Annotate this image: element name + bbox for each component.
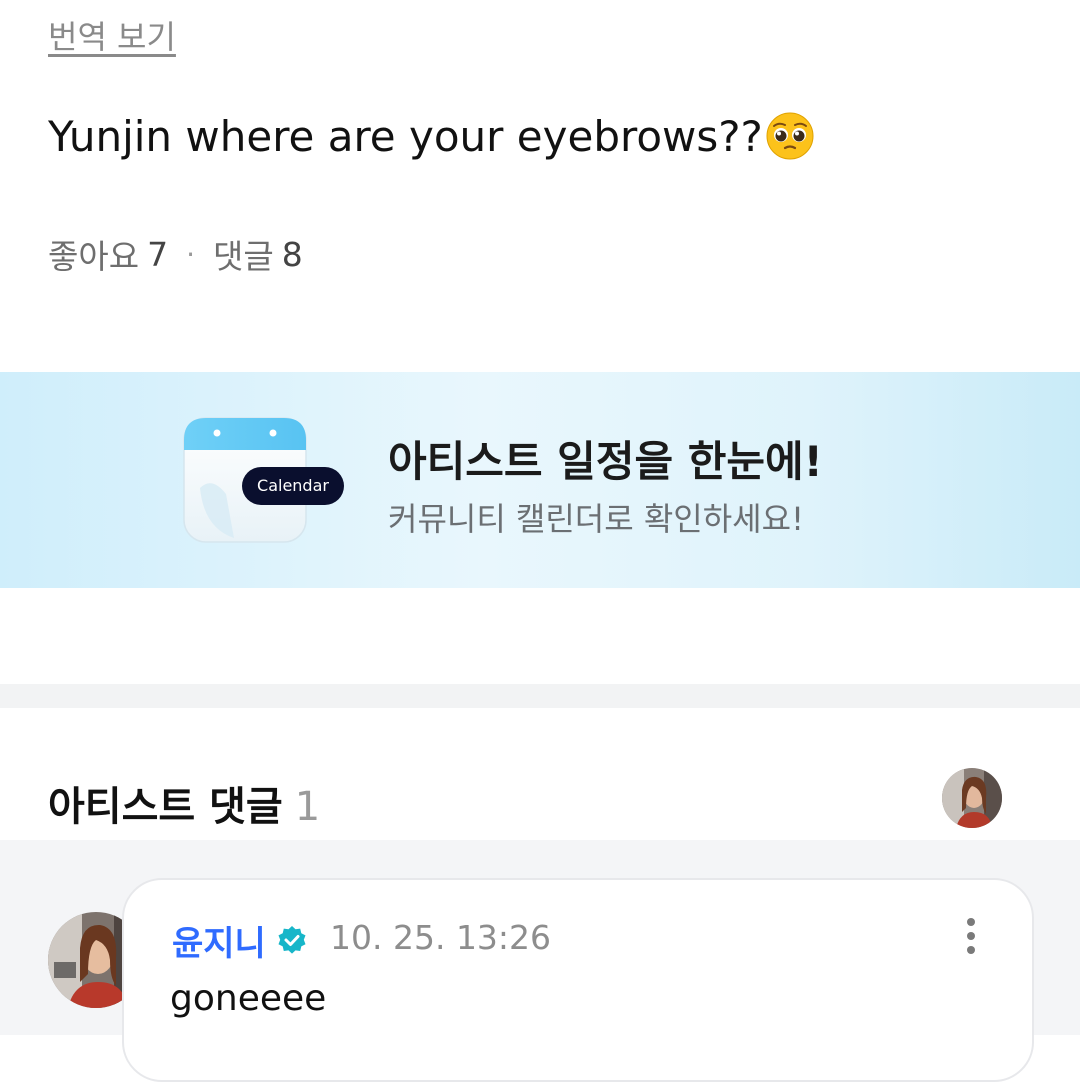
- comment-card: 윤지니 10. 25. 13:26 goneeee: [122, 878, 1034, 1082]
- calendar-icon: Calendar: [182, 416, 352, 546]
- artist-comments-count: 1: [294, 784, 321, 830]
- comment-timestamp: 10. 25. 13:26: [330, 918, 552, 957]
- pleading-face-emoji-icon: [766, 112, 814, 159]
- artist-comments-title: 아티스트 댓글 1: [48, 774, 320, 832]
- calendar-badge-text: Calendar: [257, 476, 329, 495]
- community-calendar-banner[interactable]: Calendar 아티스트 일정을 한눈에! 커뮤니티 캘린더로 확인하세요!: [0, 372, 1080, 588]
- post-body: Yunjin where are your eyebrows??: [48, 112, 763, 161]
- banner-subtitle: 커뮤니티 캘린더로 확인하세요!: [388, 500, 804, 538]
- comment-text: goneeee: [170, 978, 327, 1019]
- comment-author[interactable]: 윤지니: [172, 916, 308, 965]
- section-divider: [0, 684, 1080, 708]
- stats-separator: ·: [186, 237, 195, 271]
- artist-comment-area: 윤지니 10. 25. 13:26 goneeee: [0, 840, 1080, 1082]
- likes-label[interactable]: 좋아요: [48, 230, 139, 278]
- post-text: Yunjin where are your eyebrows??: [48, 112, 815, 161]
- more-options-icon[interactable]: [956, 916, 986, 960]
- post-stats: 좋아요 7 · 댓글 8: [48, 230, 303, 278]
- artist-comments-label: 아티스트 댓글: [48, 784, 283, 830]
- comments-count: 8: [281, 234, 303, 274]
- verified-badge-icon: [278, 925, 306, 954]
- translate-link[interactable]: 번역 보기: [48, 12, 176, 58]
- artist-avatar[interactable]: [942, 768, 1002, 828]
- comment-author-name[interactable]: 윤지니: [172, 916, 266, 965]
- banner-title: 아티스트 일정을 한눈에!: [388, 437, 823, 486]
- likes-count: 7: [147, 234, 169, 274]
- comments-label[interactable]: 댓글: [213, 230, 274, 278]
